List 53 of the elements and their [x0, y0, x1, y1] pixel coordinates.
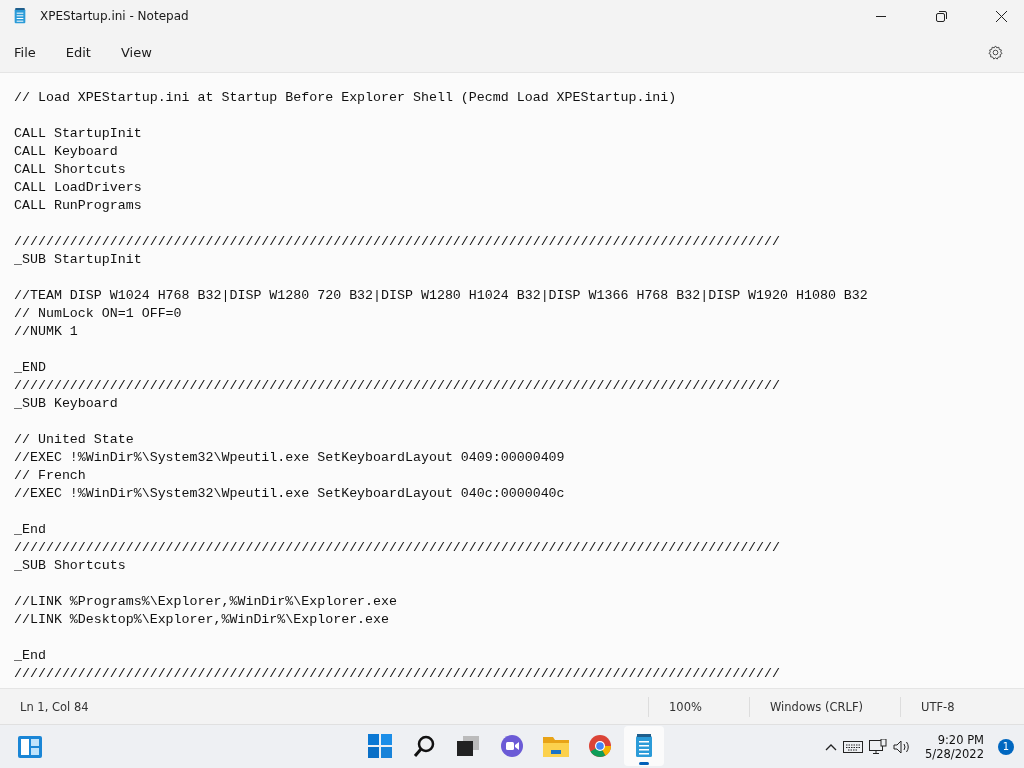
code-line: _End — [14, 521, 47, 539]
menu-item[interactable]: File — [6, 38, 44, 66]
notepad-icon — [635, 734, 653, 758]
code-line: //////////////////////////////////////////////////////////////////////////////////////////////// — [14, 233, 782, 251]
browser-icon — [588, 734, 612, 758]
clock-date[interactable]: 5/28/2022 — [925, 746, 984, 761]
code-line: _SUB StartupInit — [14, 251, 143, 269]
cursor-position: Ln 1, Col 84 — [19, 698, 90, 716]
code-line: //////////////////////////////////////////////////////////////////////////////////////////////// — [14, 665, 782, 683]
video-chat-icon — [500, 734, 524, 758]
keyboard-icon[interactable] — [843, 740, 864, 753]
widgets-icon — [18, 735, 42, 758]
maximize-icon — [935, 10, 947, 22]
code-line: CALL StartupInit — [14, 125, 143, 143]
code-line: CALL RunPrograms — [14, 197, 143, 215]
windows-logo-icon — [368, 734, 392, 758]
code-line: //LINK %Desktop%\Explorer,%WinDir%\Explorer.exe — [14, 611, 391, 629]
settings-icon — [987, 44, 1003, 60]
code-line: //EXEC !%WinDir%\System32\Wpeutil.exe SetKeyboardLayout 040c:0000040c — [14, 485, 566, 503]
zoom-level: 100% — [648, 696, 749, 717]
taskbar-app[interactable] — [624, 726, 664, 766]
code-line: //////////////////////////////////////////////////////////////////////////////////////////////// — [14, 539, 782, 557]
code-line: _End — [14, 647, 47, 665]
network-icon[interactable] — [869, 738, 888, 755]
code-line: _SUB Shortcuts — [14, 557, 127, 575]
code-line: // Load XPEStartup.ini at Startup Before Explorer Shell (Pecmd Load XPEStartup.ini) — [14, 89, 678, 107]
clock-time[interactable]: 9:20 PM — [937, 732, 984, 747]
search-icon — [412, 734, 436, 758]
code-line: // NumLock ON=1 OFF=0 — [14, 305, 183, 323]
code-line: //LINK %Programs%\Explorer,%WinDir%\Explorer.exe — [14, 593, 398, 611]
menu-item[interactable]: Edit — [57, 38, 99, 66]
notepad-icon — [14, 8, 26, 24]
code-line: CALL Shortcuts — [14, 161, 127, 179]
code-line: //TEAM DISP W1024 H768 B32|DISP W1280 720 B32|DISP W1280 H1024 B32|DISP W1366 H768 B32|DISP W1920 H1080 B32 — [14, 287, 869, 305]
code-line: //////////////////////////////////////////////////////////////////////////////////////////////// — [14, 377, 782, 395]
code-line: // United State — [14, 431, 135, 449]
folder-icon — [543, 735, 569, 757]
notification-badge[interactable]: 1 — [998, 738, 1014, 755]
code-line: //NUMK 1 — [14, 323, 79, 341]
code-line: _SUB Keyboard — [14, 395, 119, 413]
code-line: CALL Keyboard — [14, 143, 119, 161]
menu-item[interactable]: View — [112, 38, 160, 66]
task-view-icon — [457, 736, 479, 756]
code-line: //EXEC !%WinDir%\System32\Wpeutil.exe SetKeyboardLayout 0409:00000409 — [14, 449, 566, 467]
volume-icon[interactable] — [893, 739, 912, 754]
code-line: CALL LoadDrivers — [14, 179, 143, 197]
close-icon — [995, 10, 1007, 22]
code-line: // French — [14, 467, 87, 485]
window-title: XPEStartup.ini - Notepad — [40, 9, 190, 23]
code-line: _END — [14, 359, 47, 377]
encoding: UTF-8 — [900, 696, 1021, 717]
line-endings: Windows (CRLF) — [749, 696, 900, 717]
chevron-up-icon[interactable] — [825, 742, 838, 751]
